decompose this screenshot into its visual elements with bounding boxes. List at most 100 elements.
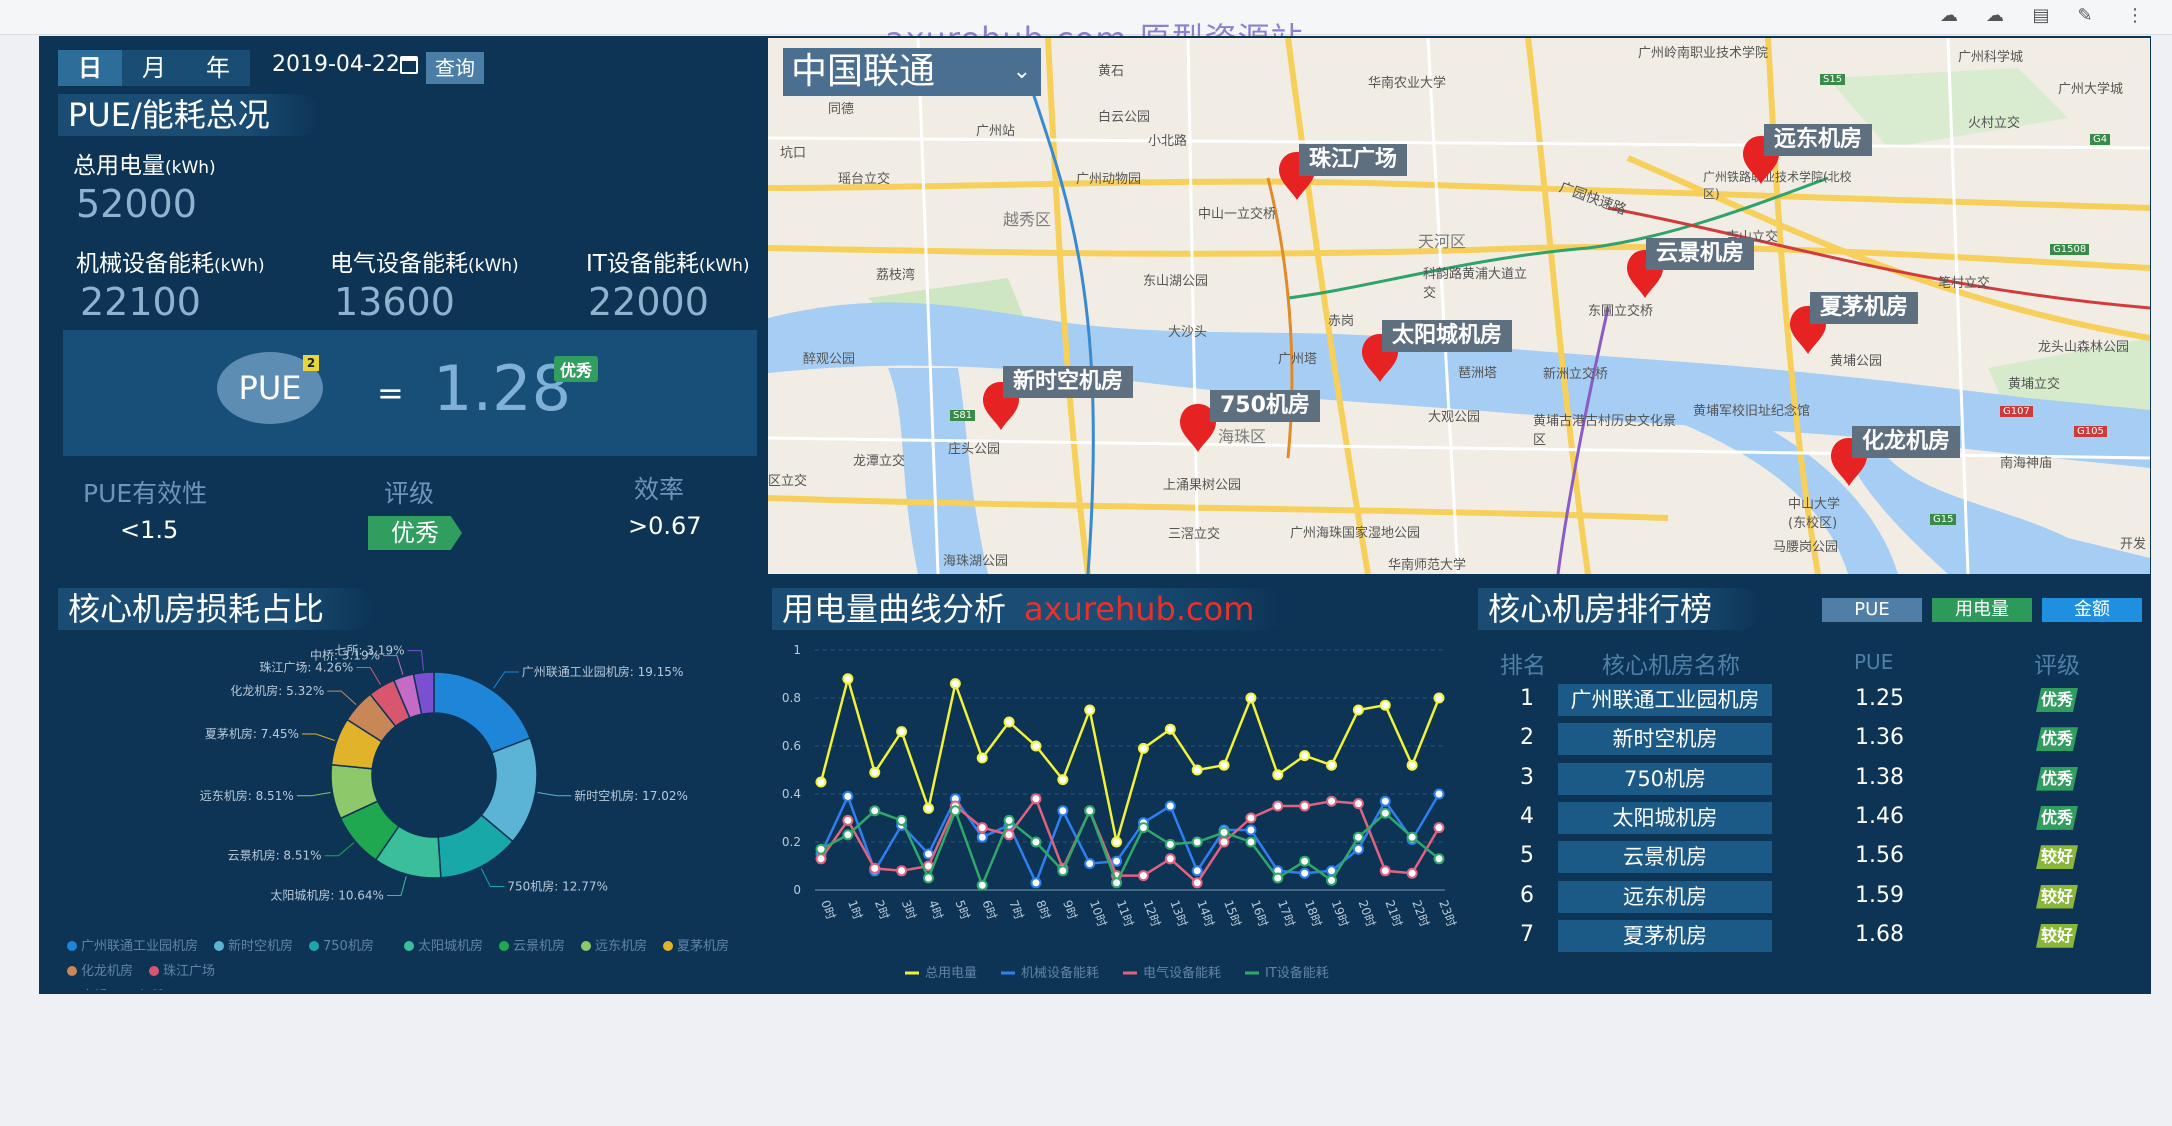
data-point[interactable] — [1137, 742, 1149, 754]
rank-tab-power[interactable]: 用电量 — [1932, 598, 2032, 622]
data-point[interactable] — [1379, 807, 1391, 819]
site-label-zhujiang[interactable]: 珠江广场 — [1299, 144, 1408, 176]
site-label-xiamao[interactable]: 夏茅机房 — [1810, 292, 1919, 324]
data-point[interactable] — [1030, 740, 1042, 752]
legend-item[interactable]: IT设备能耗 — [1265, 965, 1329, 981]
site-label-750[interactable]: 750机房 — [1210, 390, 1320, 422]
data-point[interactable] — [896, 726, 908, 738]
data-point[interactable] — [1111, 877, 1123, 889]
site-label-xinshikong[interactable]: 新时空机房 — [1003, 366, 1134, 398]
legend-item[interactable]: 太阳城机房 — [418, 938, 483, 954]
data-point[interactable] — [815, 843, 827, 855]
data-point[interactable] — [1272, 800, 1284, 812]
date-input[interactable]: 2019-04-22 — [272, 52, 400, 77]
data-point[interactable] — [815, 776, 827, 788]
data-point[interactable] — [869, 862, 881, 874]
legend-item[interactable]: 云景机房 — [513, 938, 565, 954]
operator-select[interactable]: 中国联通 ⌄ — [783, 48, 1041, 96]
data-point[interactable] — [1030, 836, 1042, 848]
document-icon[interactable]: ▤ — [2030, 5, 2052, 27]
rank-tab-amount[interactable]: 金额 — [2042, 598, 2142, 622]
data-point[interactable] — [1164, 838, 1176, 850]
site-label-taiyangcheng[interactable]: 太阳城机房 — [1382, 320, 1513, 352]
data-point[interactable] — [1084, 704, 1096, 716]
data-point[interactable] — [1030, 877, 1042, 889]
data-point[interactable] — [1084, 858, 1096, 870]
data-point[interactable] — [1299, 750, 1311, 762]
data-point[interactable] — [1326, 759, 1338, 771]
rank-tab-pue[interactable]: PUE — [1822, 598, 1922, 622]
data-point[interactable] — [1299, 855, 1311, 867]
data-point[interactable] — [1057, 865, 1069, 877]
data-point[interactable] — [1137, 822, 1149, 834]
data-point[interactable] — [1326, 874, 1338, 886]
data-point[interactable] — [1164, 800, 1176, 812]
data-point[interactable] — [1245, 692, 1257, 704]
tab-day[interactable]: 日 — [58, 50, 122, 86]
data-point[interactable] — [1406, 867, 1418, 879]
legend-item[interactable]: 夏茅机房 — [677, 938, 729, 954]
data-point[interactable] — [1379, 699, 1391, 711]
site-map[interactable]: 越秀区 天河区 海珠区 广州塔 白云公园 中山一立交桥 东山湖公园 广州动物园 … — [768, 38, 2150, 574]
legend-item[interactable]: 七所 — [137, 989, 163, 990]
tab-year[interactable]: 年 — [186, 50, 250, 86]
data-point[interactable] — [815, 853, 827, 865]
data-point[interactable] — [896, 865, 908, 877]
data-point[interactable] — [976, 752, 988, 764]
data-point[interactable] — [1084, 805, 1096, 817]
data-point[interactable] — [1352, 843, 1364, 855]
data-point[interactable] — [1433, 822, 1445, 834]
data-point[interactable] — [1245, 824, 1257, 836]
data-point[interactable] — [922, 802, 934, 814]
tab-month[interactable]: 月 — [122, 50, 186, 86]
data-point[interactable] — [1003, 814, 1015, 826]
legend-item[interactable]: 新时空机房 — [228, 938, 293, 954]
data-point[interactable] — [1433, 853, 1445, 865]
data-point[interactable] — [976, 822, 988, 834]
data-point[interactable] — [1379, 865, 1391, 877]
legend-item[interactable]: 电气设备能耗 — [1143, 965, 1221, 981]
data-point[interactable] — [1164, 853, 1176, 865]
legend-item[interactable]: 总用电量 — [925, 966, 977, 981]
data-point[interactable] — [1191, 865, 1203, 877]
data-point[interactable] — [896, 814, 908, 826]
site-label-hualong[interactable]: 化龙机房 — [1852, 426, 1961, 458]
data-point[interactable] — [1245, 836, 1257, 848]
data-point[interactable] — [1191, 764, 1203, 776]
data-point[interactable] — [1406, 759, 1418, 771]
data-point[interactable] — [1218, 759, 1230, 771]
data-point[interactable] — [949, 678, 961, 690]
data-point[interactable] — [1299, 867, 1311, 879]
data-point[interactable] — [1191, 836, 1203, 848]
data-point[interactable] — [1030, 793, 1042, 805]
data-point[interactable] — [1245, 812, 1257, 824]
donut-slice[interactable] — [433, 671, 532, 754]
data-point[interactable] — [842, 814, 854, 826]
data-point[interactable] — [922, 872, 934, 884]
data-point[interactable] — [1433, 788, 1445, 800]
data-point[interactable] — [949, 805, 961, 817]
data-point[interactable] — [1406, 831, 1418, 843]
legend-item[interactable]: 中桥 — [81, 989, 107, 990]
legend-item[interactable]: 化龙机房 — [81, 963, 133, 979]
data-point[interactable] — [1218, 826, 1230, 838]
data-point[interactable] — [1433, 692, 1445, 704]
legend-item[interactable]: 珠江广场 — [163, 964, 215, 979]
legend-item[interactable]: 750机房 — [323, 938, 374, 954]
data-point[interactable] — [1164, 723, 1176, 735]
data-point[interactable] — [976, 831, 988, 843]
legend-item[interactable]: 广州联通工业园机房 — [81, 938, 198, 954]
data-point[interactable] — [1137, 870, 1149, 882]
data-point[interactable] — [1191, 877, 1203, 889]
legend-item[interactable]: 机械设备能耗 — [1021, 965, 1099, 981]
data-point[interactable] — [1352, 704, 1364, 716]
data-point[interactable] — [1272, 769, 1284, 781]
data-point[interactable] — [976, 879, 988, 891]
data-point[interactable] — [842, 673, 854, 685]
legend-item[interactable]: 远东机房 — [595, 938, 647, 954]
data-point[interactable] — [1352, 831, 1364, 843]
data-point[interactable] — [1003, 829, 1015, 841]
data-point[interactable] — [1299, 800, 1311, 812]
data-point[interactable] — [1379, 795, 1391, 807]
data-point[interactable] — [869, 766, 881, 778]
